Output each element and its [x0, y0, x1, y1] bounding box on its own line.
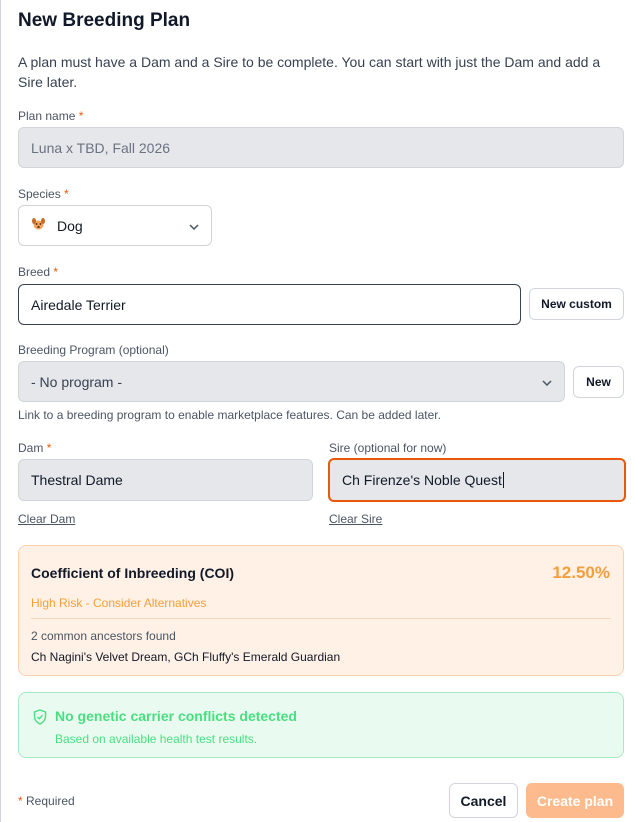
dam-label: Dam * — [18, 441, 52, 455]
new-program-button[interactable]: New — [573, 366, 624, 398]
plan-name-input[interactable]: Luna x TBD, Fall 2026 — [18, 127, 624, 168]
shield-check-icon — [33, 709, 47, 725]
breeding-program-label: Breeding Program (optional) — [18, 343, 169, 357]
dialog: New Breeding Plan A plan must have a Dam… — [0, 0, 635, 822]
text-caret — [502, 472, 504, 488]
dam-value: Thestral Dame — [31, 472, 123, 488]
plan-name-label: Plan name * — [18, 109, 84, 123]
breeding-program-hint: Link to a breeding program to enable mar… — [18, 408, 441, 422]
coi-title: Coefficient of Inbreeding (COI) — [31, 565, 234, 581]
coi-card: Coefficient of Inbreeding (COI) 12.50% H… — [18, 545, 624, 676]
sire-value: Ch Firenze's Noble Quest — [342, 472, 502, 488]
sire-input[interactable]: Ch Firenze's Noble Quest — [328, 458, 626, 502]
species-select[interactable]: Dog — [18, 205, 212, 246]
common-ancestors-list: Ch Nagini's Velvet Dream, GCh Fluffy's E… — [31, 650, 341, 664]
coi-risk-label: High Risk - Consider Alternatives — [31, 596, 207, 610]
breeding-program-select[interactable]: - No program - — [18, 361, 565, 402]
genetics-title: No genetic carrier conflicts detected — [55, 708, 297, 724]
genetics-subtitle: Based on available health test results. — [55, 732, 258, 746]
dialog-intro: A plan must have a Dam and a Sire to be … — [18, 54, 601, 90]
create-plan-button[interactable]: Create plan — [526, 783, 624, 818]
breed-input[interactable]: Airedale Terrier — [18, 284, 521, 325]
breed-label: Breed * — [18, 265, 59, 279]
species-value: Dog — [57, 217, 83, 234]
chevron-down-icon — [542, 375, 552, 389]
sire-label: Sire (optional for now) — [329, 441, 447, 455]
required-footnote: * Required — [18, 794, 75, 808]
new-custom-breed-button[interactable]: New custom — [529, 288, 624, 320]
plan-name-placeholder: Luna x TBD, Fall 2026 — [31, 139, 171, 156]
dam-input[interactable]: Thestral Dame — [18, 459, 313, 501]
divider — [31, 618, 611, 619]
clear-dam-link[interactable]: Clear Dam — [18, 512, 75, 526]
common-ancestors-count: 2 common ancestors found — [31, 629, 176, 643]
species-label: Species * — [18, 187, 69, 201]
coi-value: 12.50% — [552, 563, 610, 582]
genetic-conflicts-card: No genetic carrier conflicts detected Ba… — [18, 692, 624, 758]
breed-value: Airedale Terrier — [31, 296, 126, 313]
chevron-down-icon — [189, 219, 199, 233]
clear-sire-link[interactable]: Clear Sire — [329, 512, 382, 526]
cancel-button[interactable]: Cancel — [449, 783, 518, 818]
dialog-title: New Breeding Plan — [18, 10, 191, 31]
dog-icon — [31, 217, 47, 234]
breeding-program-value: - No program - — [31, 373, 123, 390]
